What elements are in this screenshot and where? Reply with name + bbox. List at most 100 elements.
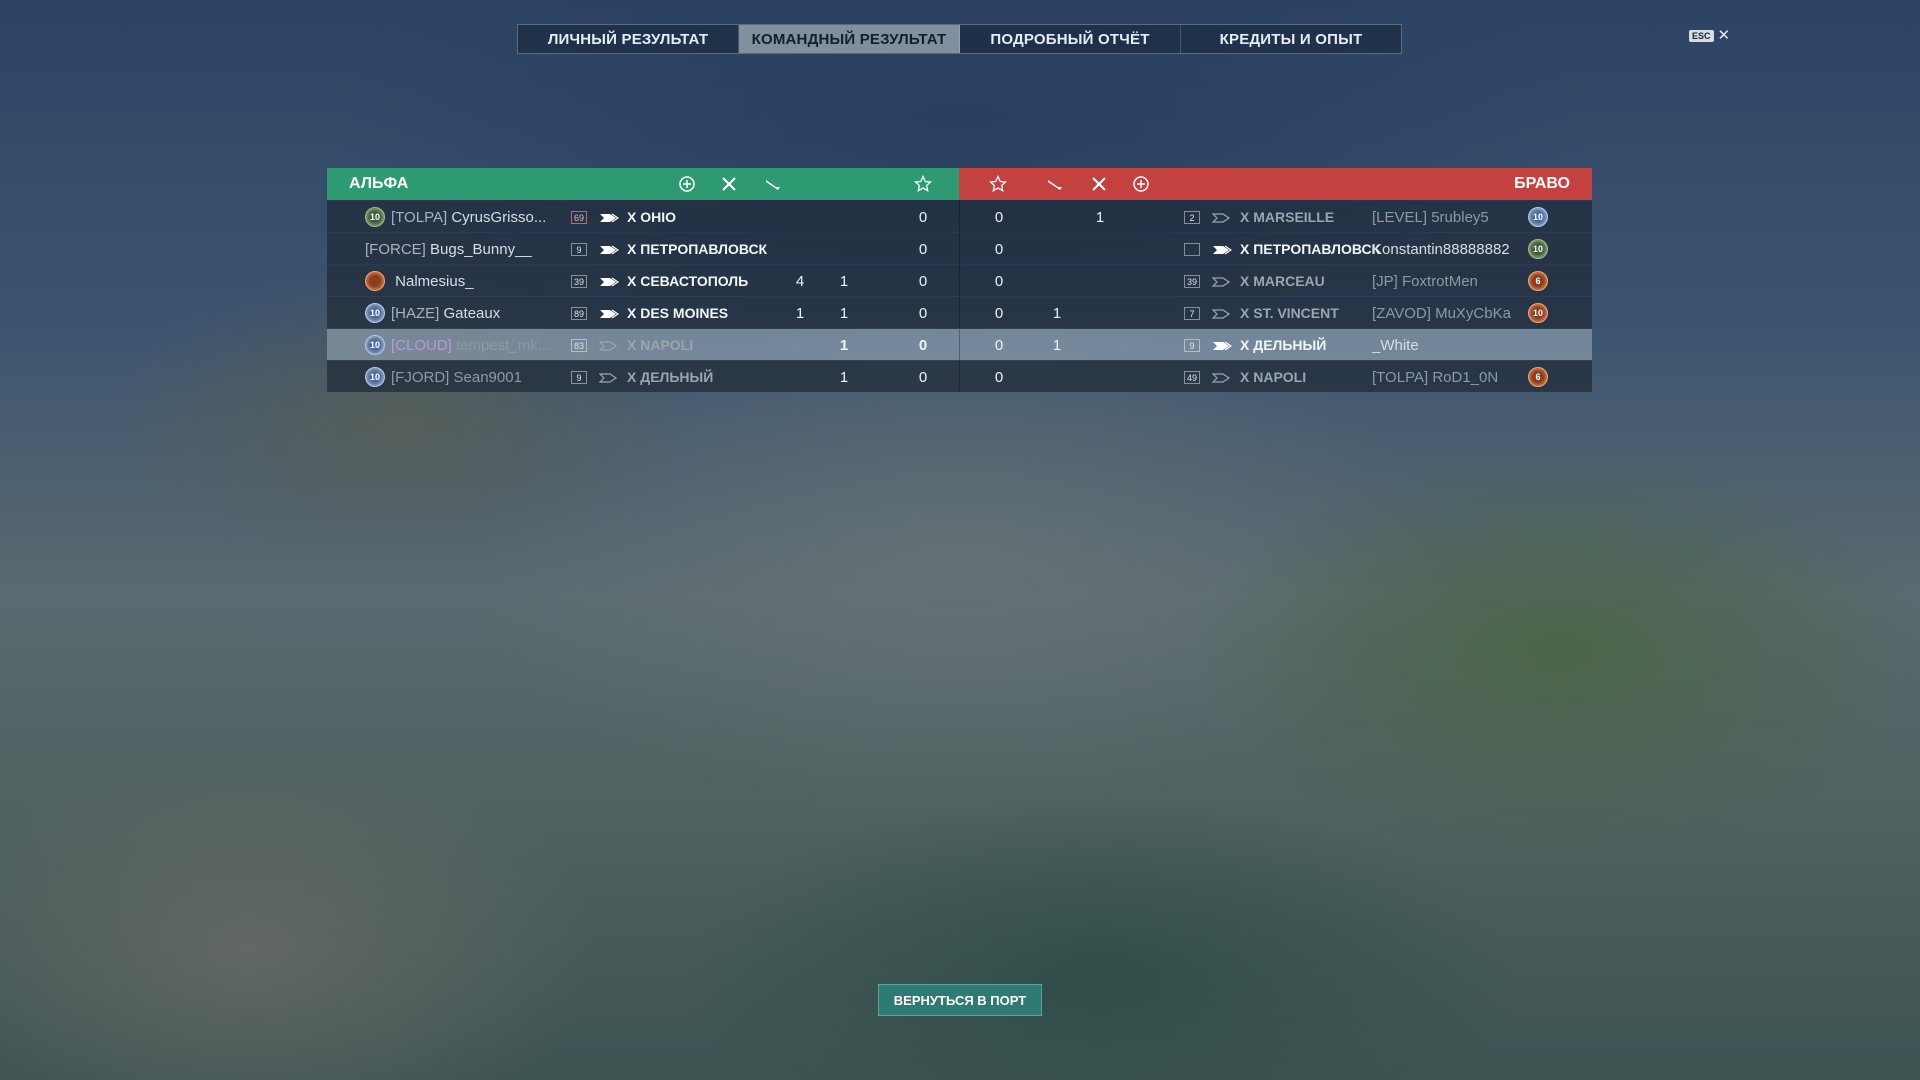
alpha-player-cell[interactable]: 10 [CLOUD] tempest_mk... 83 X NAPOLI 1 0 xyxy=(327,329,959,360)
table-row[interactable]: Nalmesius_ 39 X СЕВАСТОПОЛЬ 4 1 0 0 39 X… xyxy=(327,264,1592,296)
bravo-player-cell[interactable]: 0 1 7 X ST. VINCENT [ZAVOD] MuXyCbKa 10 xyxy=(959,297,1592,328)
rank-icon: 10 xyxy=(1528,303,1548,323)
tab-credits-xp[interactable]: КРЕДИТЫ И ОПЫТ xyxy=(1181,25,1401,53)
xp-value: 0 xyxy=(994,272,1004,290)
alpha-player-cell[interactable]: 10 [FJORD] Sean9001 9 X ДЕЛЬНЫЙ 1 0 xyxy=(327,361,959,392)
ship-class-icon xyxy=(1212,339,1233,351)
player-name: [TOLPA] RoD1_0N xyxy=(1372,368,1499,386)
team-alpha-header: АЛЬФА xyxy=(327,168,959,200)
rank-icon: 10 xyxy=(365,367,385,387)
xp-value: 0 xyxy=(918,240,928,258)
rank-icon: 10 xyxy=(1528,239,1548,259)
ship-class-icon xyxy=(599,307,620,319)
player-rows: 10 [TOLPA] CyrusGrisso... 69 X OHIO 0 0 … xyxy=(327,200,1592,392)
alpha-player-cell[interactable]: Nalmesius_ 39 X СЕВАСТОПОЛЬ 4 1 0 xyxy=(327,265,959,296)
ship-name: X MARSEILLE xyxy=(1240,209,1335,225)
rank-icon: 10 xyxy=(365,335,385,355)
table-row[interactable]: [FORCE] Bugs_Bunny__ 9 X ПЕТРОПАВЛОВСК 0… xyxy=(327,232,1592,264)
planes-value xyxy=(834,201,854,233)
star-icon xyxy=(913,174,933,193)
close-icon: ✕ xyxy=(1717,27,1731,44)
kills-value xyxy=(1090,297,1110,329)
result-tabs: ЛИЧНЫЙ РЕЗУЛЬТАТ КОМАНДНЫЙ РЕЗУЛЬТАТ ПОД… xyxy=(517,24,1402,54)
ship-name: X ПЕТРОПАВЛОВСК xyxy=(1240,241,1381,257)
kills-icon xyxy=(720,175,738,193)
kills-value xyxy=(1090,361,1110,393)
kills-value xyxy=(790,329,810,361)
kills-value: 4 xyxy=(795,272,805,290)
kills-value xyxy=(790,233,810,265)
kills-value xyxy=(1090,233,1110,265)
ship-name: X СЕВАСТОПОЛЬ xyxy=(627,273,749,289)
bravo-player-cell[interactable]: 0 1 9 X ДЕЛЬНЫЙ _White xyxy=(959,329,1592,360)
return-to-port-button[interactable]: ВЕРНУТЬСЯ В ПОРТ xyxy=(878,984,1042,1016)
service-level-badge: 69 xyxy=(571,211,587,224)
ship-name: X OHIO xyxy=(627,209,677,225)
tab-personal-result[interactable]: ЛИЧНЫЙ РЕЗУЛЬТАТ xyxy=(518,25,739,53)
close-button[interactable]: ESC ✕ xyxy=(1689,28,1730,43)
service-level-badge: 7 xyxy=(1184,307,1200,320)
alpha-player-cell[interactable]: [FORCE] Bugs_Bunny__ 9 X ПЕТРОПАВЛОВСК 0 xyxy=(327,233,959,264)
table-row[interactable]: 10 [FJORD] Sean9001 9 X ДЕЛЬНЫЙ 1 0 0 49… xyxy=(327,360,1592,392)
base-capture-icon xyxy=(1132,175,1150,193)
player-name: Nalmesius_ xyxy=(395,272,474,290)
service-level-badge: 9 xyxy=(571,243,587,256)
planes-value xyxy=(1047,265,1067,297)
team-alpha-name: АЛЬФА xyxy=(349,175,409,192)
bravo-player-cell[interactable]: 0 X ПЕТРОПАВЛОВСК Konstantin88888882 10 xyxy=(959,233,1592,264)
ship-class-icon xyxy=(1211,371,1232,383)
table-header: АЛЬФА БРАВО xyxy=(327,168,1592,200)
ship-name: X ДЕЛЬНЫЙ xyxy=(1240,337,1327,353)
ship-name: X ДЕЛЬНЫЙ xyxy=(627,369,714,385)
rank-icon xyxy=(365,271,385,291)
kills-icon xyxy=(1090,175,1108,193)
tab-detailed-report[interactable]: ПОДРОБНЫЙ ОТЧЁТ xyxy=(960,25,1181,53)
planes-value xyxy=(1047,361,1067,393)
player-name: [TOLPA] CyrusGrisso... xyxy=(391,208,547,226)
tab-team-result[interactable]: КОМАНДНЫЙ РЕЗУЛЬТАТ xyxy=(739,25,960,53)
bravo-player-cell[interactable]: 0 39 X MARCEAU [JP] FoxtrotMen 6 xyxy=(959,265,1592,296)
ship-class-icon xyxy=(599,243,620,255)
player-name: [HAZE] Gateaux xyxy=(391,304,501,322)
rank-icon: 10 xyxy=(365,303,385,323)
ship-name: X MARCEAU xyxy=(1240,273,1325,289)
xp-value: 0 xyxy=(994,208,1004,226)
xp-value: 0 xyxy=(994,304,1004,322)
xp-value: 0 xyxy=(918,304,928,322)
planes-value: 1 xyxy=(1052,304,1062,322)
player-name: [CLOUD] tempest_mk... xyxy=(391,336,551,354)
bravo-player-cell[interactable]: 0 1 2 X MARSEILLE [LEVEL] 5rubley5 10 xyxy=(959,201,1592,232)
xp-value: 0 xyxy=(918,208,928,226)
kills-value xyxy=(1090,265,1110,297)
ship-class-icon xyxy=(1211,307,1232,319)
planes-value: 1 xyxy=(839,272,849,290)
service-level-badge: 39 xyxy=(571,275,587,288)
kills-value xyxy=(790,361,810,393)
xp-value: 0 xyxy=(918,368,928,386)
team-bravo-header: БРАВО xyxy=(959,168,1592,200)
planes-value: 1 xyxy=(1052,336,1062,354)
ship-name: X NAPOLI xyxy=(1240,369,1307,385)
player-name: [ZAVOD] MuXyCbKa xyxy=(1372,304,1511,322)
kills-value: 1 xyxy=(795,304,805,322)
rank-icon: 6 xyxy=(1528,271,1548,291)
esc-key-badge: ESC xyxy=(1689,29,1714,42)
ship-name: X DES MOINES xyxy=(627,305,729,321)
alpha-player-cell[interactable]: 10 [TOLPA] CyrusGrisso... 69 X OHIO 0 xyxy=(327,201,959,232)
kills-value xyxy=(790,201,810,233)
bravo-player-cell[interactable]: 0 49 X NAPOLI [TOLPA] RoD1_0N 6 xyxy=(959,361,1592,392)
ship-class-icon xyxy=(598,339,619,351)
base-capture-icon xyxy=(678,175,696,193)
ship-class-icon xyxy=(1212,243,1233,255)
xp-value: 0 xyxy=(994,336,1004,354)
ship-name: X NAPOLI xyxy=(627,337,694,353)
table-row[interactable]: 10 [CLOUD] tempest_mk... 83 X NAPOLI 1 0… xyxy=(327,328,1592,360)
table-row[interactable]: 10 [TOLPA] CyrusGrisso... 69 X OHIO 0 0 … xyxy=(327,200,1592,232)
service-level-badge: 9 xyxy=(1184,339,1200,352)
planes-value xyxy=(834,233,854,265)
player-name: [JP] FoxtrotMen xyxy=(1372,272,1478,290)
alpha-player-cell[interactable]: 10 [HAZE] Gateaux 89 X DES MOINES 1 1 0 xyxy=(327,297,959,328)
player-name: [FORCE] Bugs_Bunny__ xyxy=(365,240,532,258)
table-row[interactable]: 10 [HAZE] Gateaux 89 X DES MOINES 1 1 0 … xyxy=(327,296,1592,328)
player-name: _White xyxy=(1372,336,1419,354)
